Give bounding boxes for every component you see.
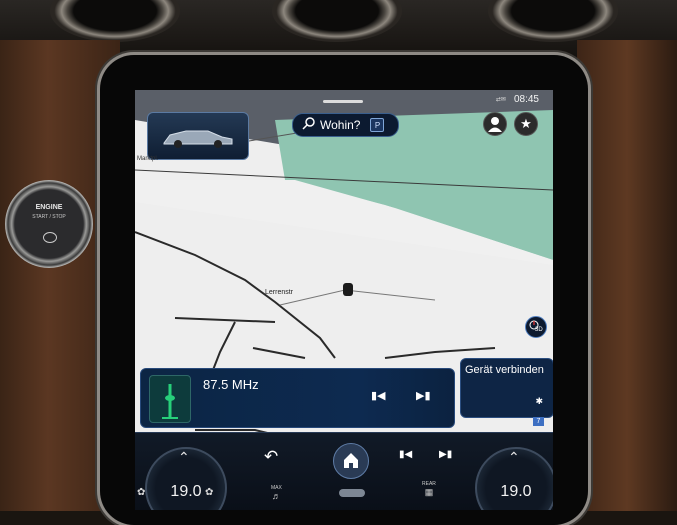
back-icon: ↶ (264, 447, 279, 466)
air-vent (488, 0, 618, 42)
connect-device-label: Gerät verbinden (465, 364, 544, 376)
back-button[interactable]: ↶ (264, 447, 278, 467)
temp-up-icon[interactable]: ⌃ (508, 449, 520, 466)
profile-button[interactable] (483, 112, 507, 136)
clock: 08:45 (513, 94, 539, 105)
fan-icon[interactable]: ✿ (137, 487, 145, 498)
bar-next-button[interactable]: ▶▮ (439, 449, 452, 460)
left-temperature-dial[interactable]: ⌃ 19.0 (145, 447, 227, 510)
car-icon (163, 130, 233, 148)
previous-station-button[interactable]: ▮◀ (371, 389, 386, 402)
defrost-icon: ♬ (271, 491, 281, 501)
pull-down-handle[interactable] (323, 100, 363, 103)
car-settings-button[interactable] (339, 489, 365, 497)
next-icon: ▶▮ (439, 449, 453, 460)
temp-up-icon[interactable]: ⌃ (178, 449, 190, 466)
parking-badge[interactable]: P (370, 118, 385, 132)
status-bar: ⇄✉ 08:45 (496, 94, 539, 105)
home-icon (344, 453, 358, 468)
bar-previous-button[interactable]: ▮◀ (399, 449, 412, 460)
infotainment-screen: ⇄✉ 08:45 Wohin? P ★ Marktpl. Lerrenstr 3… (135, 90, 553, 510)
vehicle-preview-card[interactable] (147, 112, 249, 160)
climate-bar: ⌃ 19.0 ✿ ✿ ↶ MAX ♬ ▮◀ ▶▮ REAR ▦ ⌃ 19.0 (135, 432, 553, 510)
next-icon: ▶▮ (416, 390, 431, 402)
bluetooth-icon: ✱ (535, 396, 543, 406)
radio-station-tile (149, 375, 191, 423)
map-label-top: Marktpl. (137, 156, 159, 162)
connect-device-card[interactable]: Gerät verbinden ✱ (460, 358, 553, 418)
air-vent (50, 0, 180, 42)
air-vent (272, 0, 402, 42)
engine-label: ENGINE (35, 204, 63, 211)
next-station-button[interactable]: ▶▮ (416, 389, 431, 402)
radio-tower-icon (162, 384, 178, 419)
right-temperature: 19.0 (500, 483, 532, 500)
wood-trim-right (577, 40, 677, 511)
status-indicator-icons: ⇄✉ (495, 97, 506, 103)
map-3d-view-button[interactable]: 3D (525, 316, 547, 338)
vehicle-position-marker (343, 283, 353, 296)
engine-sub-label: START / STOP (32, 214, 66, 220)
previous-icon: ▮◀ (399, 449, 413, 460)
engine-indicator-icon (43, 232, 57, 243)
rear-defrost-icon: ▦ (424, 487, 434, 497)
fan-speed-icon[interactable]: ✿ (205, 487, 213, 498)
profile-icon (488, 117, 502, 132)
notification-badge: 7 (533, 417, 544, 426)
engine-start-stop-button[interactable]: ENGINE START / STOP (5, 180, 93, 268)
rear-defrost-button[interactable]: REAR ▦ (422, 481, 436, 498)
favorites-button[interactable]: ★ (514, 112, 538, 136)
star-icon: ★ (520, 116, 532, 131)
search-label: Wohin? (320, 118, 361, 132)
right-temperature-dial[interactable]: ⌃ 19.0 (475, 447, 553, 510)
previous-icon: ▮◀ (371, 390, 386, 402)
view-3d-label: 3D (535, 327, 543, 333)
max-defrost-button[interactable]: MAX ♬ (271, 485, 282, 501)
radio-media-card[interactable]: 87.5 MHz ▮◀ ▶▮ (140, 368, 455, 428)
radio-frequency: 87.5 MHz (203, 377, 259, 392)
map-street-label: Lerrenstr (265, 289, 294, 296)
home-button[interactable] (333, 443, 369, 479)
destination-search-button[interactable]: Wohin? P (292, 113, 399, 137)
search-icon (302, 116, 320, 135)
